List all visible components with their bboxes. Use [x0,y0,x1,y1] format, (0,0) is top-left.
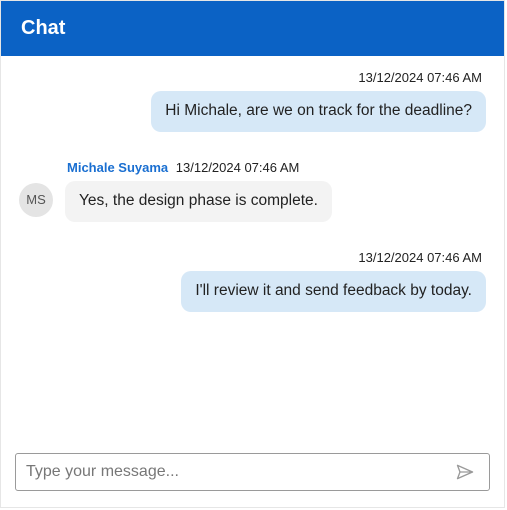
message-row: Hi Michale, are we on track for the dead… [19,91,486,132]
message-timestamp: 13/12/2024 07:46 AM [358,250,482,265]
avatar: MS [19,183,53,217]
message-input[interactable] [26,463,451,481]
message-meta: 13/12/2024 07:46 AM [19,250,486,265]
message-author: Michale Suyama [67,160,168,175]
message-bubble-theirs: Yes, the design phase is complete. [65,181,332,222]
send-icon [455,462,475,482]
message-group: 13/12/2024 07:46 AM I'll review it and s… [19,250,486,312]
message-bubble-mine: I'll review it and send feedback by toda… [181,271,486,312]
send-button[interactable] [451,460,479,484]
chat-window: Chat 13/12/2024 07:46 AM Hi Michale, are… [0,0,505,508]
message-bubble-mine: Hi Michale, are we on track for the dead… [151,91,486,132]
chat-header: Chat [1,1,504,56]
message-timestamp: 13/12/2024 07:46 AM [358,70,482,85]
message-row: I'll review it and send feedback by toda… [19,271,486,312]
chat-title: Chat [21,17,65,39]
message-meta: Michale Suyama 13/12/2024 07:46 AM [19,160,486,175]
message-timestamp: 13/12/2024 07:46 AM [176,160,300,175]
messages-pane[interactable]: 13/12/2024 07:46 AM Hi Michale, are we o… [1,56,504,441]
composer-inner [15,453,490,491]
message-group: 13/12/2024 07:46 AM Hi Michale, are we o… [19,70,486,132]
message-meta: 13/12/2024 07:46 AM [19,70,486,85]
composer [1,441,504,507]
message-group: Michale Suyama 13/12/2024 07:46 AM MS Ye… [19,160,486,222]
message-row: MS Yes, the design phase is complete. [19,181,486,222]
